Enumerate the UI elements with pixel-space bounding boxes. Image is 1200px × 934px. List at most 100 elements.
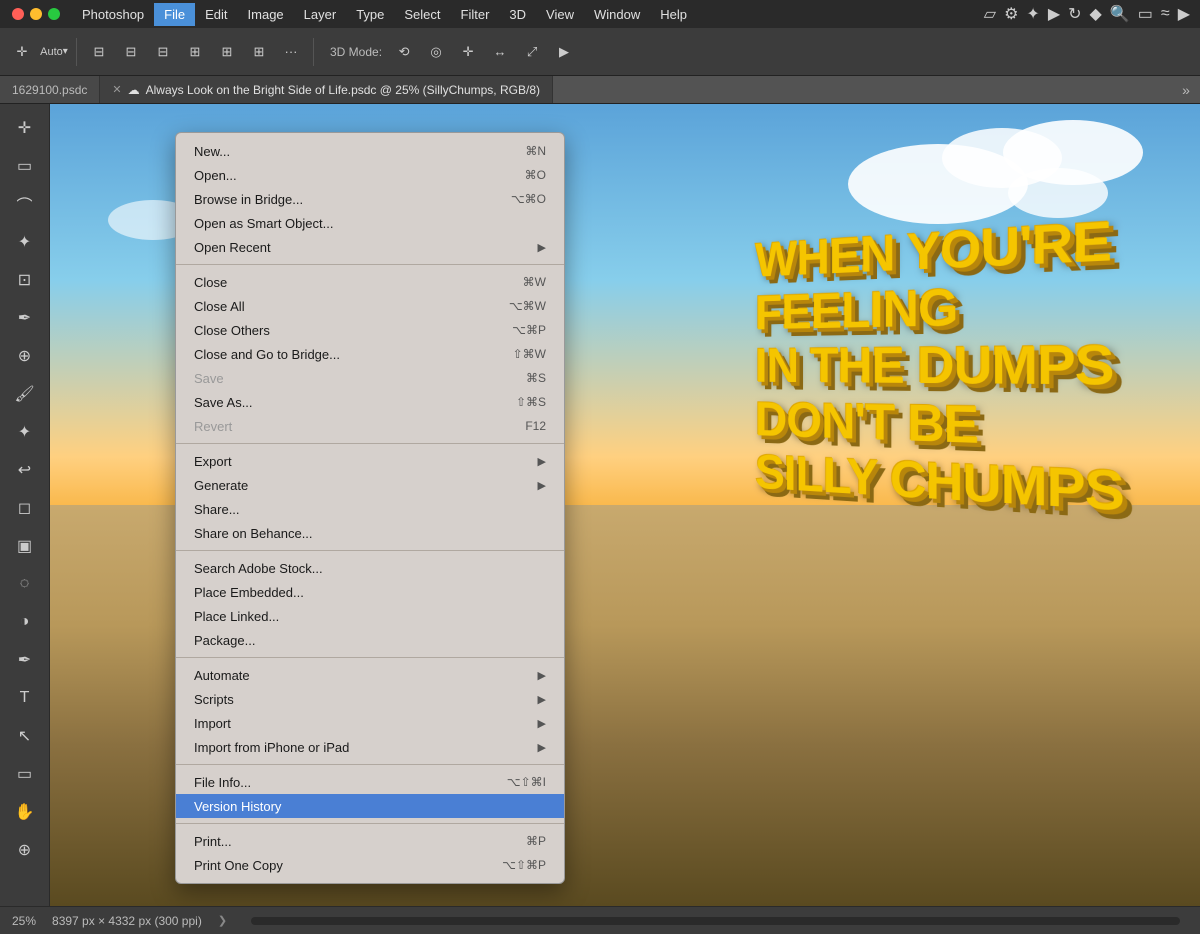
menu-item-scripts[interactable]: Scripts ▶ <box>176 687 564 711</box>
alerts-icon: ⚙ <box>1004 4 1018 24</box>
menu-item-share-behance[interactable]: Share on Behance... <box>176 521 564 545</box>
menu-item-close[interactable]: Close ⌘W <box>176 270 564 294</box>
align-right-button[interactable]: ⊟ <box>149 38 177 66</box>
align-left-button[interactable]: ⊟ <box>85 38 113 66</box>
heal-tool[interactable]: ⊕ <box>7 338 43 374</box>
menu-item-open-recent[interactable]: Open Recent ▶ <box>176 235 564 259</box>
menu-item-save-as[interactable]: Save As... ⇧⌘S <box>176 390 564 414</box>
menu-item-label: Save <box>194 371 510 386</box>
path-select-tool[interactable]: ↖ <box>7 718 43 754</box>
menu-item-label: Browse in Bridge... <box>194 192 495 207</box>
tab-close-button[interactable]: ✕ <box>112 83 121 96</box>
more-options-button[interactable]: ··· <box>277 38 305 66</box>
help-menu-item[interactable]: Help <box>650 3 697 26</box>
file-menu-item[interactable]: File <box>154 3 195 26</box>
move-tool-button[interactable]: ✛ <box>8 38 36 66</box>
filter-menu-item[interactable]: Filter <box>451 3 500 26</box>
3d-pan-button[interactable]: ✛ <box>454 38 482 66</box>
toolbar: ✛ Auto ▾ ⊟ ⊟ ⊟ ⊞ ⊞ ⊞ ··· 3D Mode: ⟲ ◎ ✛ … <box>0 28 1200 76</box>
tab-always-look[interactable]: ✕ ☁ Always Look on the Bright Side of Li… <box>100 76 553 103</box>
close-window-button[interactable] <box>12 8 24 20</box>
menu-item-export[interactable]: Export ▶ <box>176 449 564 473</box>
auto-label: Auto <box>40 46 63 58</box>
menu-item-automate[interactable]: Automate ▶ <box>176 663 564 687</box>
search-icon[interactable]: 🔍 <box>1110 4 1130 24</box>
menu-item-browse-bridge[interactable]: Browse in Bridge... ⌥⌘O <box>176 187 564 211</box>
menu-item-file-info[interactable]: File Info... ⌥⇧⌘I <box>176 770 564 794</box>
type-menu-item[interactable]: Type <box>346 3 394 26</box>
zoom-tool[interactable]: ⊕ <box>7 832 43 868</box>
3d-mode-label: 3D Mode: <box>330 45 382 59</box>
menu-item-open[interactable]: Open... ⌘O <box>176 163 564 187</box>
submenu-arrow-icon: ▶ <box>538 241 546 254</box>
menu-divider <box>176 443 564 444</box>
horizontal-scrollbar[interactable] <box>251 917 1180 925</box>
menu-item-place-embedded[interactable]: Place Embedded... <box>176 580 564 604</box>
brush-tool[interactable]: 🖌 <box>7 376 43 412</box>
menu-section-close: Close ⌘W Close All ⌥⌘W Close Others ⌥⌘P … <box>176 268 564 440</box>
move-mode-button[interactable]: Auto ▾ <box>40 38 68 66</box>
layer-menu-item[interactable]: Layer <box>294 3 347 26</box>
menu-item-share[interactable]: Share... <box>176 497 564 521</box>
shape-tool[interactable]: ▭ <box>7 756 43 792</box>
crop-tool[interactable]: ⊡ <box>7 262 43 298</box>
align-top-button[interactable]: ⊞ <box>181 38 209 66</box>
menu-item-close-bridge[interactable]: Close and Go to Bridge... ⇧⌘W <box>176 342 564 366</box>
menu-item-generate[interactable]: Generate ▶ <box>176 473 564 497</box>
menu-item-print[interactable]: Print... ⌘P <box>176 829 564 853</box>
3d-orbit-button[interactable]: ◎ <box>422 38 450 66</box>
text-tool[interactable]: T <box>7 680 43 716</box>
image-menu-item[interactable]: Image <box>238 3 294 26</box>
align-bottom-button[interactable]: ⊞ <box>245 38 273 66</box>
hand-tool[interactable]: ✋ <box>7 794 43 830</box>
edit-menu-item[interactable]: Edit <box>195 3 237 26</box>
3d-menu-item[interactable]: 3D <box>499 3 536 26</box>
eraser-tool[interactable]: ◻ <box>7 490 43 526</box>
menu-item-label: Open as Smart Object... <box>194 216 546 231</box>
menu-item-shortcut: ⌥⌘O <box>511 192 546 206</box>
move-tool[interactable]: ✛ <box>7 110 43 146</box>
status-arrow-icon[interactable]: ❯ <box>218 914 227 927</box>
dodge-tool[interactable]: ◑ <box>7 604 43 640</box>
gradient-tool[interactable]: ▣ <box>7 528 43 564</box>
menu-item-open-smart[interactable]: Open as Smart Object... <box>176 211 564 235</box>
tab-1629100[interactable]: 1629100.psdc <box>0 76 100 103</box>
menu-item-import-iphone[interactable]: Import from iPhone or iPad ▶ <box>176 735 564 759</box>
menu-item-new[interactable]: New... ⌘N <box>176 139 564 163</box>
move-tool-group: ✛ Auto ▾ <box>8 38 77 66</box>
menu-item-print-one[interactable]: Print One Copy ⌥⇧⌘P <box>176 853 564 877</box>
menu-item-search-stock[interactable]: Search Adobe Stock... <box>176 556 564 580</box>
tab-overflow-button[interactable]: » <box>1172 76 1200 103</box>
menu-item-import[interactable]: Import ▶ <box>176 711 564 735</box>
history-brush-tool[interactable]: ↩ <box>7 452 43 488</box>
select-menu-item[interactable]: Select <box>394 3 450 26</box>
tab-bar: 1629100.psdc ✕ ☁ Always Look on the Brig… <box>0 76 1200 104</box>
menu-item-version-history[interactable]: Version History <box>176 794 564 818</box>
pen-tool[interactable]: ✒ <box>7 642 43 678</box>
menu-item-place-linked[interactable]: Place Linked... <box>176 604 564 628</box>
view-menu-item[interactable]: View <box>536 3 584 26</box>
3d-rotate-button[interactable]: ⟲ <box>390 38 418 66</box>
menu-item-label: Print... <box>194 834 510 849</box>
eyedropper-tool[interactable]: ✒ <box>7 300 43 336</box>
menu-item-package[interactable]: Package... <box>176 628 564 652</box>
blur-tool[interactable]: ◌ <box>7 566 43 602</box>
align-center-v-button[interactable]: ⊞ <box>213 38 241 66</box>
align-center-h-button[interactable]: ⊟ <box>117 38 145 66</box>
fullscreen-window-button[interactable] <box>48 8 60 20</box>
tab-label: Always Look on the Bright Side of Life.p… <box>146 83 540 97</box>
menu-item-close-others[interactable]: Close Others ⌥⌘P <box>176 318 564 342</box>
menu-section-stock: Search Adobe Stock... Place Embedded... … <box>176 554 564 654</box>
menu-divider <box>176 823 564 824</box>
window-menu-item[interactable]: Window <box>584 3 650 26</box>
magic-wand-tool[interactable]: ✦ <box>7 224 43 260</box>
3d-slide-button[interactable]: ↔ <box>486 38 514 66</box>
clone-tool[interactable]: ✦ <box>7 414 43 450</box>
select-tool[interactable]: ▭ <box>7 148 43 184</box>
3d-scale-button[interactable]: ⤢ <box>518 38 546 66</box>
3d-video-button[interactable]: ▶ <box>550 38 578 66</box>
app-name-menu[interactable]: Photoshop <box>72 3 154 26</box>
lasso-tool[interactable]: ⌒ <box>7 186 43 222</box>
minimize-window-button[interactable] <box>30 8 42 20</box>
menu-item-close-all[interactable]: Close All ⌥⌘W <box>176 294 564 318</box>
